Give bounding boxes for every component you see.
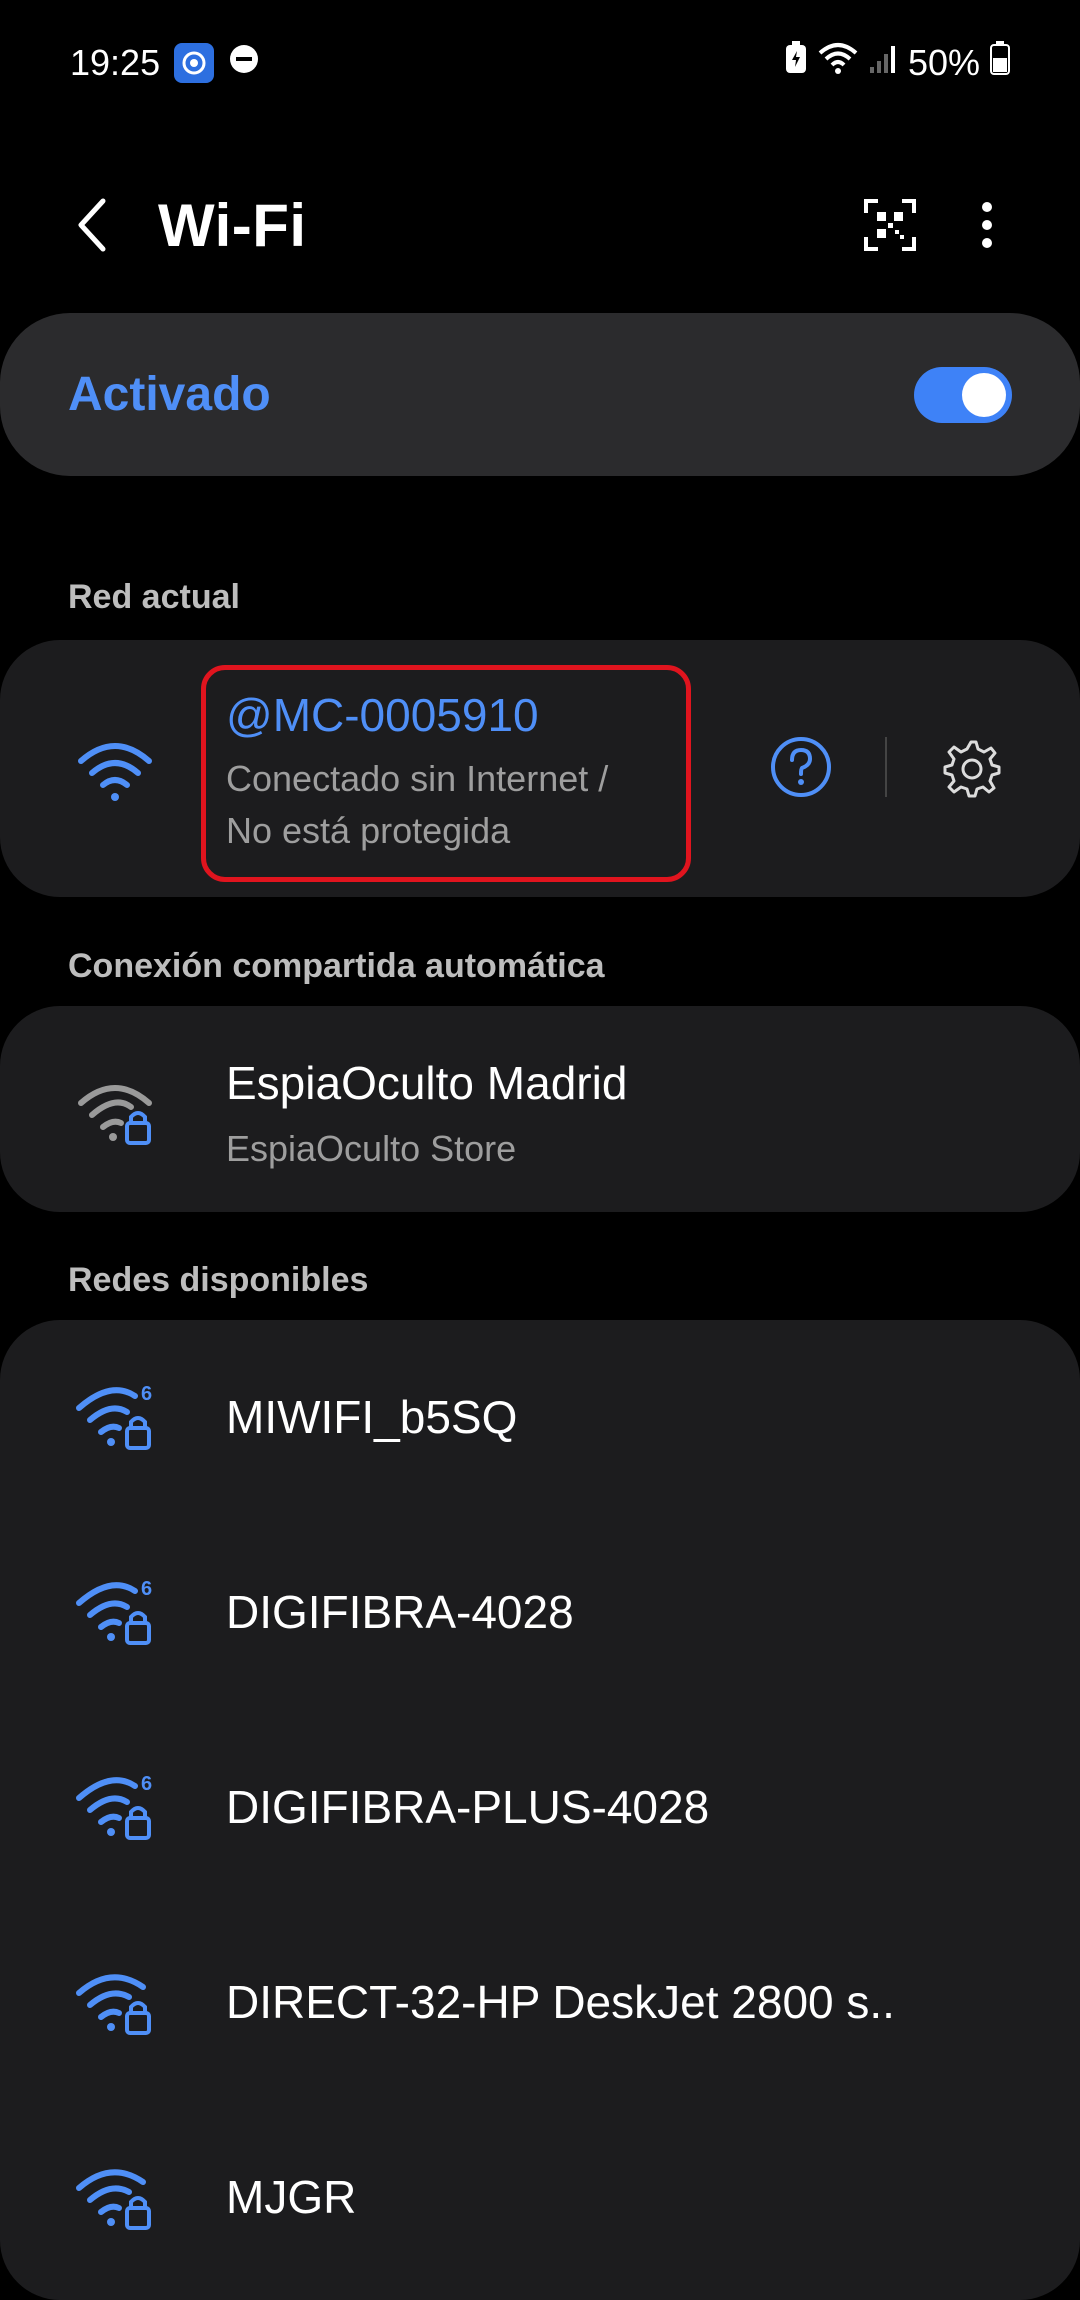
network-name: MIWIFI_b5SQ [226, 1391, 518, 1443]
wifi-toggle-switch[interactable] [914, 366, 1012, 423]
wifi-locked-icon [76, 2169, 151, 2230]
auto-hotspot-card[interactable]: EspiaOculto Madrid EspiaOculto Store [0, 1006, 1080, 1212]
app-header: Wi-Fi [0, 175, 1080, 275]
do-not-disturb-icon [228, 42, 260, 84]
hotspot-subtitle: EspiaOculto Store [226, 1128, 517, 1169]
hotspot-name: EspiaOculto Madrid [226, 1057, 628, 1109]
battery-percent: 50% [907, 41, 980, 83]
wifi6-locked-icon: 6 [76, 1773, 152, 1840]
network-item[interactable]: DIRECT-32-HP DeskJet 2800 s.. [0, 1905, 1080, 2100]
wifi-toggle-card[interactable]: Activado [0, 313, 1080, 476]
network-item[interactable]: 6 DIGIFIBRA-4028 [0, 1515, 1080, 1710]
wifi6-locked-icon: 6 [76, 1578, 152, 1645]
gear-icon[interactable] [941, 738, 1001, 798]
cellular-signal-icon [868, 42, 898, 84]
battery-icon [990, 41, 1010, 84]
network-name: DIGIFIBRA-PLUS-4028 [226, 1781, 710, 1833]
network-item[interactable]: 6 MIWIFI_b5SQ [0, 1320, 1080, 1515]
app-notification-icon [174, 42, 215, 83]
annotation-highlight-box [201, 665, 691, 882]
page-title: Wi-Fi [158, 191, 307, 259]
network-item[interactable]: 6 DIGIFIBRA-PLUS-4028 [0, 1710, 1080, 1905]
wifi-locked-icon [78, 1085, 152, 1145]
vertical-divider [885, 737, 887, 797]
network-name: DIGIFIBRA-4028 [226, 1586, 574, 1638]
current-network-section-label: Red actual [68, 578, 240, 616]
auto-hotspot-section-label: Conexión compartida automática [68, 947, 605, 985]
status-time: 19:25 [70, 41, 161, 83]
svg-text:6: 6 [141, 1578, 152, 1600]
network-name: MJGR [226, 2171, 357, 2223]
wifi-toggle-label: Activado [68, 368, 271, 421]
back-arrow-icon[interactable] [62, 193, 122, 257]
qr-scan-icon[interactable] [858, 193, 922, 257]
network-item[interactable]: MJGR [0, 2100, 1080, 2295]
status-bar: 19:25 50% [0, 0, 1080, 125]
switch-knob [962, 372, 1006, 417]
battery-saver-icon [784, 41, 808, 84]
wifi-locked-icon [76, 1974, 151, 2035]
wifi-status-icon [818, 41, 858, 84]
more-options-icon[interactable] [962, 193, 1012, 257]
available-networks-section-label: Redes disponibles [68, 1261, 369, 1299]
available-networks-card: 6 MIWIFI_b5SQ 6 DIGIFIBRA-4028 6 DIGIFIB… [0, 1320, 1080, 2300]
wifi6-locked-icon: 6 [76, 1383, 152, 1450]
network-name: DIRECT-32-HP DeskJet 2800 s.. [226, 1976, 895, 2028]
help-icon[interactable] [769, 735, 833, 799]
svg-text:6: 6 [141, 1383, 152, 1405]
svg-text:6: 6 [141, 1773, 152, 1795]
wifi-connected-icon [78, 743, 152, 801]
